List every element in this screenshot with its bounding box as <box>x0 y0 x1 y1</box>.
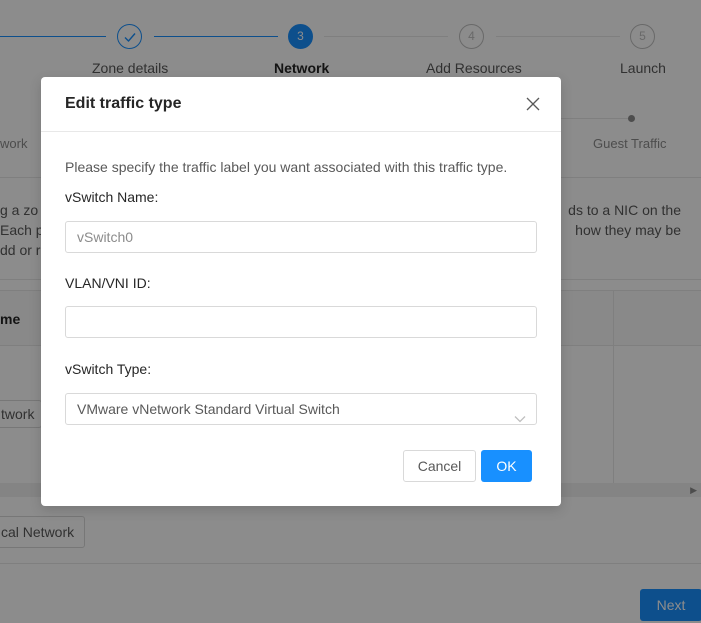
vswitch-name-input[interactable] <box>65 221 537 253</box>
vswitch-type-value: VMware vNetwork Standard Virtual Switch <box>77 401 340 417</box>
chevron-down-icon <box>514 404 526 423</box>
modal-title: Edit traffic type <box>65 95 182 112</box>
vlan-vni-id-label: VLAN/VNI ID: <box>65 275 151 291</box>
traffic-label-hint: Please specify the traffic label you wan… <box>65 159 508 175</box>
close-icon[interactable] <box>523 94 543 114</box>
vswitch-name-label: vSwitch Name: <box>65 189 159 205</box>
edit-traffic-type-modal: Edit traffic type Please specify the tra… <box>41 77 561 506</box>
vswitch-type-select[interactable]: VMware vNetwork Standard Virtual Switch <box>65 393 537 425</box>
cancel-button[interactable]: Cancel <box>403 450 476 482</box>
vlan-vni-id-input[interactable] <box>65 306 537 338</box>
vswitch-type-label: vSwitch Type: <box>65 361 152 377</box>
modal-header: Edit traffic type <box>41 77 561 132</box>
ok-button[interactable]: OK <box>481 450 532 482</box>
